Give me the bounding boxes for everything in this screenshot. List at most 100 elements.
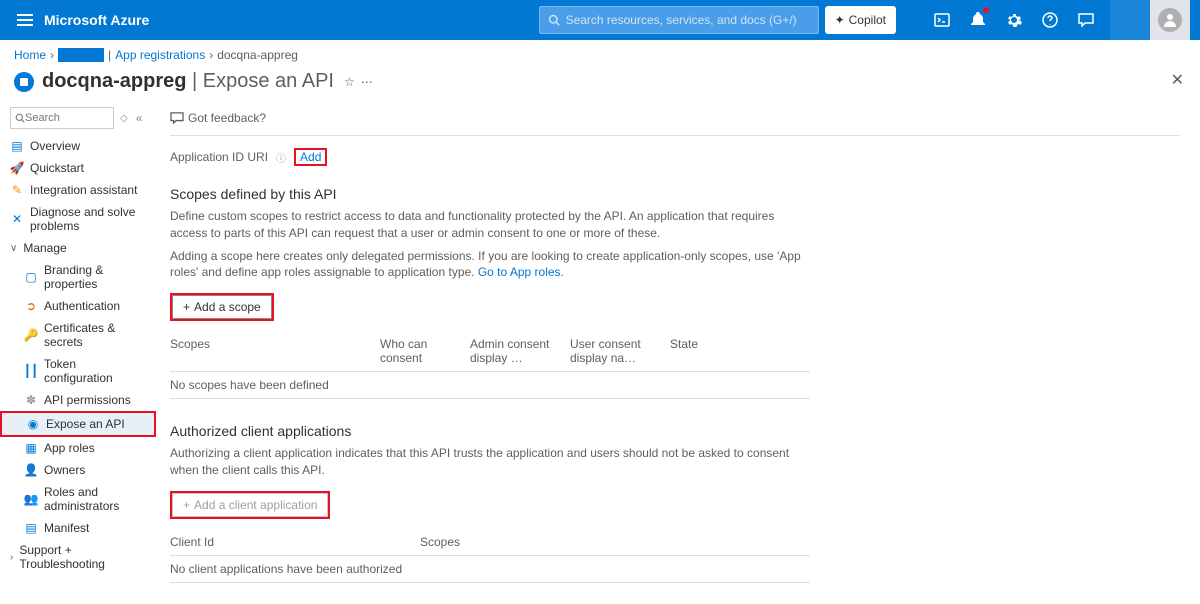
sidebar-item-certificates[interactable]: 🔑Certificates & secrets	[0, 317, 156, 353]
sidebar-search-input[interactable]	[25, 112, 105, 124]
api-icon: ✽	[24, 393, 38, 407]
pipe-separator: |	[108, 48, 111, 62]
main-content: Got feedback? Application ID URI ⓘ Add S…	[156, 101, 1200, 603]
toolbar: Got feedback?	[170, 107, 1180, 136]
global-search[interactable]	[539, 6, 819, 34]
sidebar-item-quickstart[interactable]: 🚀Quickstart	[0, 157, 156, 179]
col-admin: Admin consent display …	[470, 337, 570, 365]
page-section: Expose an API	[203, 70, 334, 93]
feedback-link[interactable]: Got feedback?	[170, 111, 266, 125]
search-icon	[548, 14, 560, 26]
roles-icon: ▦	[24, 441, 38, 455]
sidebar-item-branding[interactable]: ▢Branding & properties	[0, 259, 156, 295]
col-client-id: Client Id	[170, 535, 420, 549]
global-search-input[interactable]	[566, 13, 806, 27]
more-icon[interactable]: ⋯	[361, 75, 373, 89]
cloud-shell-icon[interactable]	[926, 0, 958, 40]
scopes-table-header: Scopes Who can consent Admin consent dis…	[170, 329, 810, 372]
authorized-title: Authorized client applications	[170, 423, 1180, 439]
plus-icon: +	[183, 300, 190, 314]
breadcrumb-redacted[interactable]	[58, 48, 104, 62]
close-icon[interactable]: ✕	[1171, 70, 1184, 90]
sidebar-search-row: ◇ «	[0, 107, 156, 129]
plus-icon: +	[183, 498, 190, 512]
info-icon[interactable]: ⓘ	[276, 150, 286, 165]
global-search-wrap: ✦ Copilot	[539, 6, 896, 34]
app-id-label: Application ID URI	[170, 150, 268, 164]
scopes-desc2: Adding a scope here creates only delegat…	[170, 248, 810, 282]
user-avatar-icon	[1158, 8, 1182, 32]
copilot-button[interactable]: ✦ Copilot	[825, 6, 896, 34]
settings-icon[interactable]	[998, 0, 1030, 40]
empty-clients-row: No client applications have been authori…	[170, 556, 810, 583]
rocket-icon: 🚀	[10, 161, 24, 175]
sidebar-item-api-permissions[interactable]: ✽API permissions	[0, 389, 156, 411]
hamburger-icon[interactable]	[10, 0, 40, 40]
app-id-row: Application ID URI ⓘ Add	[170, 136, 1180, 170]
pin-icon[interactable]: ☆	[344, 75, 355, 89]
owners-icon: 👤	[24, 463, 38, 477]
top-bar: Microsoft Azure ✦ Copilot	[0, 0, 1200, 40]
sidebar-search[interactable]	[10, 107, 114, 129]
account-avatar[interactable]	[1150, 0, 1190, 40]
key-icon: 🔑	[24, 328, 38, 342]
sidebar-item-token[interactable]: ┃┃Token configuration	[0, 353, 156, 389]
brand-label[interactable]: Microsoft Azure	[44, 12, 149, 28]
page-title: docqna-appreg	[42, 70, 186, 93]
sidebar-section-manage[interactable]: ∨Manage	[0, 237, 156, 259]
sidebar-item-overview[interactable]: ▤Overview	[0, 135, 156, 157]
sidebar-item-authentication[interactable]: ➲Authentication	[0, 295, 156, 317]
app-registration-icon	[14, 72, 34, 92]
help-icon[interactable]	[1034, 0, 1066, 40]
page-header: docqna-appreg | Expose an API ☆ ⋯ ✕	[0, 70, 1200, 101]
wand-icon: ✎	[10, 183, 24, 197]
token-icon: ┃┃	[24, 364, 38, 378]
empty-scopes-row: No scopes have been defined	[170, 372, 810, 399]
sidebar-item-diagnose[interactable]: ✕Diagnose and solve problems	[0, 201, 156, 237]
notifications-icon[interactable]	[962, 0, 994, 40]
scopes-title: Scopes defined by this API	[170, 186, 1180, 202]
sidebar-item-roles-admins[interactable]: 👥Roles and administrators	[0, 481, 156, 517]
feedback-icon[interactable]	[1070, 0, 1102, 40]
clients-table-header: Client Id Scopes	[170, 527, 810, 556]
add-scope-button[interactable]: +Add a scope	[172, 295, 272, 319]
go-to-app-roles-link[interactable]: Go to App roles	[478, 265, 561, 279]
sidebar-item-owners[interactable]: 👤Owners	[0, 459, 156, 481]
directory-tenant[interactable]	[1110, 0, 1150, 40]
chevron-right-icon: ›	[10, 552, 13, 563]
chevron-down-icon: ∨	[10, 243, 17, 254]
col-state: State	[670, 337, 730, 365]
manifest-icon: ▤	[24, 521, 38, 535]
branding-icon: ▢	[24, 270, 38, 284]
feedback-icon	[170, 112, 184, 124]
authorized-desc: Authorizing a client application indicat…	[170, 445, 810, 479]
col-scopes: Scopes	[170, 337, 380, 365]
sidebar: ◇ « ▤Overview 🚀Quickstart ✎Integration a…	[0, 101, 156, 603]
breadcrumb-app-registrations[interactable]: App registrations	[115, 48, 205, 62]
diagnose-icon: ✕	[10, 212, 24, 226]
admin-icon: 👥	[24, 492, 38, 506]
sidebar-item-integration[interactable]: ✎Integration assistant	[0, 179, 156, 201]
top-icons	[926, 0, 1102, 40]
col-client-scopes: Scopes	[420, 535, 810, 549]
expose-icon: ◉	[26, 417, 40, 431]
sidebar-item-expose-api[interactable]: ◉Expose an API	[2, 413, 154, 435]
chevron-right-icon: ›	[209, 48, 213, 62]
sidebar-section-support[interactable]: ›Support + Troubleshooting	[0, 539, 156, 575]
breadcrumb-current: docqna-appreg	[217, 48, 298, 62]
breadcrumb-home[interactable]: Home	[14, 48, 46, 62]
add-app-id-link[interactable]: Add	[300, 150, 321, 164]
col-user: User consent display na…	[570, 337, 670, 365]
sparkle-icon: ✦	[835, 13, 845, 27]
breadcrumb: Home › | App registrations › docqna-appr…	[0, 40, 1200, 70]
sidebar-item-manifest[interactable]: ▤Manifest	[0, 517, 156, 539]
angle-icon[interactable]: ◇	[120, 113, 128, 124]
sidebar-item-app-roles[interactable]: ▦App roles	[0, 437, 156, 459]
col-who: Who can consent	[380, 337, 470, 365]
overview-icon: ▤	[10, 139, 24, 153]
chevron-right-icon: ›	[50, 48, 54, 62]
add-client-button[interactable]: +Add a client application	[172, 493, 328, 517]
scopes-desc1: Define custom scopes to restrict access …	[170, 208, 810, 242]
search-icon	[15, 113, 25, 123]
collapse-icon[interactable]: «	[136, 111, 143, 125]
